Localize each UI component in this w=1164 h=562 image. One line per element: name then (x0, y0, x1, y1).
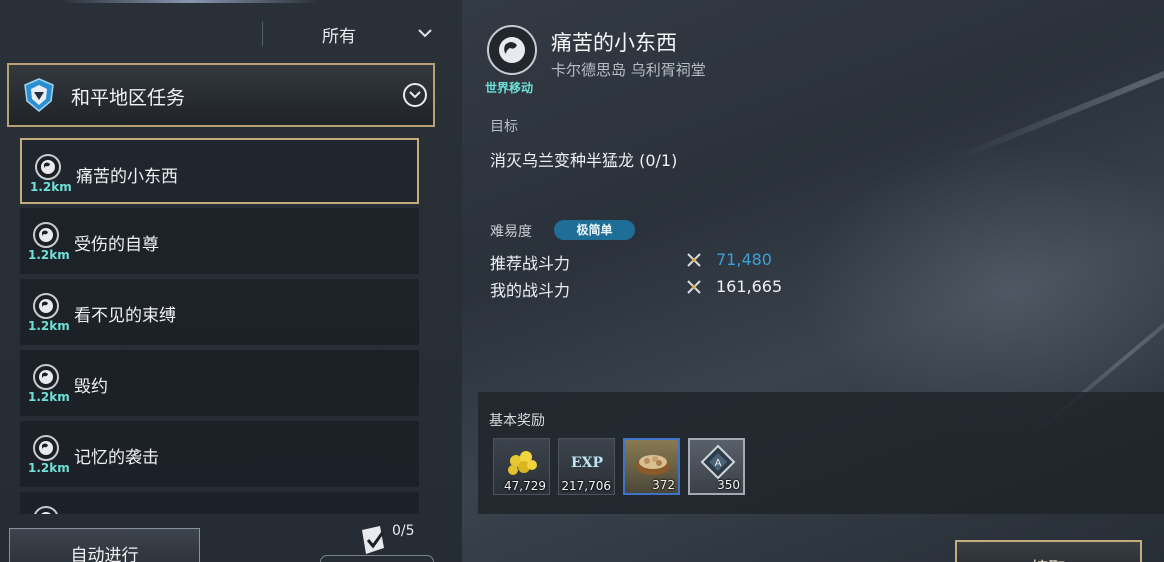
chevron-down-icon (409, 91, 421, 99)
quest-location: 卡尔德思岛 乌利胥祠堂 (551, 61, 706, 79)
category-header-peace-region[interactable]: 和平地区任务 (7, 63, 435, 127)
reward-quantity: 47,729 (504, 479, 546, 493)
quest-item-partial[interactable] (20, 492, 419, 514)
quest-name: 痛苦的小东西 (76, 167, 178, 187)
reward-quantity: 372 (652, 478, 675, 492)
quest-list-panel: 所有 和平地区任务 1.2km 痛苦的小东西 1.2km 受伤的自尊 1.2km… (0, 0, 462, 562)
quest-type-label: 世界移动 (485, 81, 534, 95)
globe-icon (34, 506, 58, 514)
rewards-label: 基本奖励 (489, 413, 545, 429)
quest-item[interactable]: 1.2km 记忆的袭击 (20, 421, 419, 487)
quest-item[interactable]: 1.2km 看不见的束缚 (20, 279, 419, 345)
filter-label: 所有 (322, 27, 356, 47)
globe-icon (33, 364, 59, 390)
quest-name: 看不见的束缚 (74, 306, 176, 326)
filter-dropdown[interactable]: 所有 (0, 18, 462, 48)
quest-name: 记忆的袭击 (74, 448, 159, 468)
quest-name: 毁约 (74, 377, 108, 397)
gold-coins-icon (508, 451, 537, 475)
recommended-power-label: 推荐战斗力 (490, 254, 571, 273)
quest-distance: 1.2km (28, 461, 70, 475)
quest-name: 受伤的自尊 (74, 235, 159, 255)
objective-text: 消灭乌兰变种半猛龙 (0/1) (490, 151, 678, 170)
quest-distance: 1.2km (28, 390, 70, 404)
quest-distance: 1.2km (30, 180, 72, 194)
checkmark-icon (362, 526, 385, 554)
accept-label: 接取 (957, 554, 1140, 562)
quest-detail-title: 痛苦的小东西 (551, 31, 677, 55)
auto-progress-button[interactable]: 自动进行 (9, 528, 200, 562)
reward-token[interactable]: A 350 (688, 438, 745, 495)
my-power-label: 我的战斗力 (490, 281, 571, 300)
auto-progress-label: 自动进行 (70, 546, 139, 562)
quest-distance: 1.2km (28, 248, 70, 262)
quest-item[interactable]: 1.2km 毁约 (20, 350, 419, 416)
category-collapse-button[interactable] (403, 83, 427, 107)
reward-quantity: 350 (717, 478, 740, 492)
reward-exp[interactable]: EXP 217,706 (558, 438, 615, 495)
reward-quantity: 217,706 (561, 479, 611, 493)
quest-distance: 1.2km (28, 319, 70, 333)
exp-icon: EXP (571, 455, 604, 471)
svg-text:EXP: EXP (571, 455, 604, 471)
world-globe-icon (487, 25, 537, 75)
category-title: 和平地区任务 (71, 87, 186, 109)
quest-list[interactable]: 1.2km 痛苦的小东西 1.2km 受伤的自尊 1.2km 看不见的束缚 1.… (20, 136, 420, 514)
filter-divider (262, 22, 263, 46)
food-basket-icon (636, 455, 670, 475)
difficulty-label: 难易度 (490, 224, 532, 240)
quest-item[interactable]: 1.2km 受伤的自尊 (20, 208, 419, 274)
bottom-pill-button[interactable] (320, 555, 434, 562)
background-streak (955, 5, 1164, 161)
crossed-swords-icon (687, 280, 701, 294)
top-glow (60, 0, 320, 3)
difficulty-badge: 极简单 (554, 220, 635, 240)
helmet-emblem-icon (24, 78, 54, 112)
quest-progress-count: 0/5 (392, 523, 415, 539)
reward-food[interactable]: 372 (623, 438, 680, 495)
quest-detail-panel: 世界移动 痛苦的小东西 卡尔德思岛 乌利胥祠堂 目标 消灭乌兰变种半猛龙 (0/… (462, 0, 1164, 562)
quest-item-selected[interactable]: 1.2km 痛苦的小东西 (20, 138, 419, 204)
svg-text:A: A (715, 458, 722, 469)
globe-icon (33, 435, 59, 461)
emblem-token-icon: A (700, 444, 736, 480)
chevron-down-icon (418, 29, 432, 38)
reward-gold[interactable]: 47,729 (493, 438, 550, 495)
objective-label: 目标 (490, 119, 518, 135)
my-power-value: 161,665 (716, 277, 783, 296)
accept-quest-button[interactable]: 接取 (955, 540, 1142, 562)
globe-icon (35, 154, 61, 180)
rewards-panel: 基本奖励 47,729 EXP 217,706 372 A 350 (478, 392, 1164, 514)
recommended-power-value: 71,480 (716, 250, 772, 269)
globe-icon (33, 222, 59, 248)
globe-icon (33, 293, 59, 319)
crossed-swords-icon (687, 253, 701, 267)
